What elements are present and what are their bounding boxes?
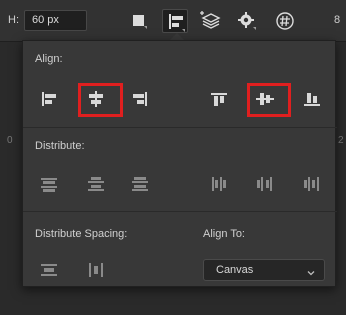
align-left-edges-icon[interactable]	[37, 88, 61, 110]
height-input[interactable]: 60 px	[24, 10, 87, 31]
distribute-bottom-edges-icon[interactable]	[128, 173, 152, 195]
distribute-left-edges-icon[interactable]	[207, 173, 231, 195]
align-distribute-panel: Align: Distribute: Distribute Spacing: A…	[22, 40, 337, 287]
align-to-dropdown[interactable]: Canvas	[203, 259, 325, 281]
distribute-vertical-spacing-icon[interactable]	[37, 259, 61, 281]
distribute-horizontal-spacing-icon[interactable]	[84, 259, 108, 281]
fill-color-icon[interactable]	[126, 9, 152, 33]
align-right-edges-icon[interactable]	[128, 88, 152, 110]
distribute-horizontal-centers-icon[interactable]	[253, 173, 277, 195]
height-label: H:	[8, 14, 19, 26]
distribute-vertical-centers-icon[interactable]	[84, 173, 108, 195]
distribute-top-edges-icon[interactable]	[37, 173, 61, 195]
align-bottom-edges-icon[interactable]	[300, 88, 324, 110]
align-top-edges-icon[interactable]	[207, 88, 231, 110]
align-to-heading: Align To:	[203, 228, 245, 240]
gear-icon[interactable]	[234, 9, 260, 33]
arrange-layers-icon[interactable]	[198, 9, 224, 33]
hashtag-icon[interactable]	[272, 9, 298, 33]
toolbar-edge-text: 8	[334, 14, 341, 26]
ruler-number-right: 2	[338, 135, 344, 146]
distribute-heading: Distribute:	[35, 140, 85, 152]
highlight-box-horizontal-center	[78, 83, 123, 117]
distribute-right-edges-icon[interactable]	[300, 173, 324, 195]
align-heading: Align:	[35, 53, 63, 65]
section-divider	[23, 127, 337, 128]
ruler-number-left: 0	[7, 135, 13, 146]
align-left-edges-icon[interactable]	[162, 9, 188, 33]
align-to-selected-value: Canvas	[216, 264, 254, 276]
chevron-down-icon	[306, 265, 316, 283]
highlight-box-vertical-center	[247, 83, 291, 117]
distribute-spacing-heading: Distribute Spacing:	[35, 228, 128, 240]
section-divider	[23, 211, 337, 212]
